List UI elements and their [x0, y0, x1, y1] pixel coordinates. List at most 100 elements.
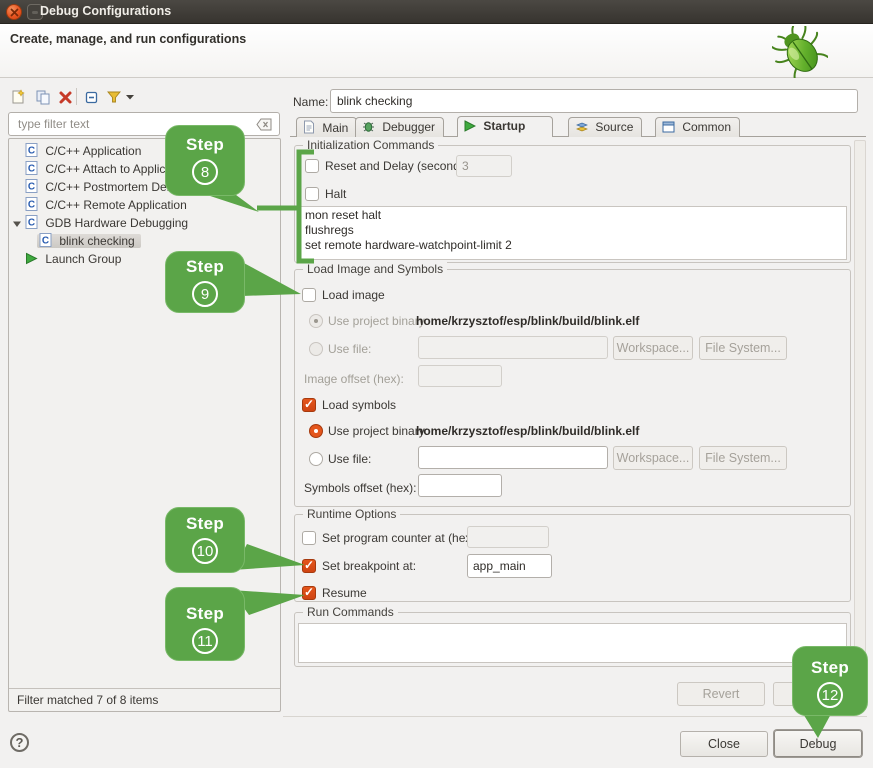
image-use-project-binary-label: Use project binary: — [328, 314, 428, 328]
symbols-offset-label: Symbols offset (hex): — [304, 481, 417, 495]
c-file-icon: C — [39, 233, 52, 247]
close-button[interactable]: Close — [680, 731, 768, 757]
step-word: Step — [166, 257, 244, 277]
tree-item-blink-checking[interactable]: C blink checking — [9, 232, 280, 250]
set-breakpoint-checkbox[interactable]: ✓ — [302, 559, 316, 573]
source-icon — [575, 120, 588, 133]
check-icon: ✓ — [304, 397, 314, 411]
c-file-icon: C — [25, 161, 38, 175]
window-title: Debug Configurations — [40, 4, 171, 18]
vertical-scrollbar[interactable] — [854, 140, 866, 690]
dialog-header: Create, manage, and run configurations — [0, 24, 873, 78]
c-file-icon: C — [25, 215, 38, 229]
load-symbols-label: Load symbols — [322, 398, 396, 412]
tab-source[interactable]: Source — [568, 117, 642, 137]
step-number-badge: 12 — [817, 682, 843, 708]
tree-item-cpp-remote[interactable]: C C/C++ Remote Application — [9, 196, 280, 214]
delete-configuration-button[interactable] — [56, 88, 76, 106]
startup-play-icon — [464, 120, 476, 132]
tree-item-label: C/C++ Attach to Applica — [45, 162, 172, 176]
window-titlebar: Debug Configurations — [0, 0, 873, 24]
group-title: Load Image and Symbols — [303, 262, 447, 276]
window-close-button[interactable] — [6, 4, 22, 20]
image-file-input[interactable] — [418, 336, 608, 359]
step-10-callout: Step 10 — [165, 507, 245, 573]
tree-item-label: C/C++ Postmortem Deb — [45, 180, 173, 194]
program-counter-input[interactable] — [467, 526, 549, 548]
tab-common[interactable]: Common — [655, 117, 740, 137]
image-use-file-label: Use file: — [328, 342, 371, 356]
image-workspace-button[interactable]: Workspace... — [613, 336, 693, 360]
toolbar-menu-button[interactable] — [124, 88, 136, 106]
image-offset-label: Image offset (hex): — [304, 372, 404, 386]
image-file-system-button[interactable]: File System... — [699, 336, 787, 360]
set-program-counter-checkbox[interactable] — [302, 531, 316, 545]
halt-label: Halt — [325, 187, 346, 201]
name-input[interactable] — [330, 89, 858, 113]
dialog-subtitle: Create, manage, and run configurations — [10, 32, 246, 46]
symbols-use-project-binary-label: Use project binary: — [328, 424, 428, 438]
symbols-file-input[interactable] — [418, 446, 608, 469]
tree-item-gdb-hardware-debugging[interactable]: C GDB Hardware Debugging — [9, 214, 280, 232]
tab-label: Main — [322, 121, 348, 135]
reset-delay-input[interactable] — [456, 155, 512, 177]
clear-filter-icon[interactable] — [256, 118, 273, 131]
symbols-file-system-button[interactable]: File System... — [699, 446, 787, 470]
launch-group-icon — [25, 252, 38, 265]
load-image-checkbox[interactable] — [302, 288, 316, 302]
run-commands-textarea[interactable] — [298, 623, 847, 663]
expander-icon[interactable] — [13, 220, 22, 229]
help-button[interactable]: ? — [10, 733, 29, 752]
toolbar-separator — [76, 88, 77, 105]
symbols-project-binary-path: home/krzysztof/esp/blink/build/blink.elf — [416, 424, 639, 438]
step-number-badge: 10 — [192, 538, 218, 564]
symbols-use-file-radio[interactable] — [309, 452, 323, 466]
step-8-callout: Step 8 — [165, 125, 245, 196]
halt-checkbox[interactable] — [305, 187, 319, 201]
tab-label: Source — [595, 120, 633, 134]
tab-label: Common — [682, 120, 731, 134]
runtime-options-group: Runtime Options Set program counter at (… — [294, 514, 851, 602]
tree-item-label: C/C++ Application — [45, 144, 141, 158]
tab-debugger[interactable]: Debugger — [355, 117, 444, 137]
file-icon — [303, 120, 315, 134]
debugger-bug-icon — [362, 120, 375, 133]
bug-logo-icon — [772, 26, 828, 78]
step-word: Step — [166, 604, 244, 624]
revert-button[interactable]: Revert — [677, 682, 765, 706]
image-use-file-radio[interactable] — [309, 342, 323, 356]
svg-text:C: C — [42, 236, 49, 247]
set-program-counter-label: Set program counter at (hex): — [322, 531, 479, 545]
dropdown-arrow-icon — [125, 89, 135, 105]
new-configuration-button[interactable] — [8, 88, 28, 106]
resume-label: Resume — [322, 586, 367, 600]
svg-text:C: C — [28, 218, 35, 229]
image-use-project-binary-radio[interactable] — [309, 314, 323, 328]
image-offset-input[interactable] — [418, 365, 502, 387]
reset-and-delay-label: Reset and Delay (seconds): — [325, 159, 473, 173]
load-symbols-checkbox[interactable]: ✓ — [302, 398, 316, 412]
reset-and-delay-checkbox[interactable] — [305, 159, 319, 173]
debug-button[interactable]: Debug — [774, 730, 862, 757]
check-icon: ✓ — [304, 558, 314, 572]
name-label: Name: — [293, 95, 328, 109]
group-title: Run Commands — [303, 605, 398, 619]
c-file-icon: C — [25, 179, 38, 193]
resume-checkbox[interactable]: ✓ — [302, 586, 316, 600]
filter-configurations-button[interactable] — [104, 88, 124, 106]
collapse-all-button[interactable] — [82, 88, 102, 106]
tab-startup[interactable]: Startup — [457, 116, 553, 137]
svg-text:C: C — [28, 200, 35, 211]
init-commands-textarea[interactable]: mon reset halt flushregs set remote hard… — [298, 206, 847, 260]
duplicate-icon — [35, 89, 51, 105]
duplicate-configuration-button[interactable] — [33, 88, 53, 106]
symbols-offset-input[interactable] — [418, 474, 502, 497]
symbols-use-project-binary-radio[interactable] — [309, 424, 323, 438]
step-word: Step — [166, 514, 244, 534]
breakpoint-input[interactable] — [467, 554, 552, 578]
tab-main[interactable]: Main — [296, 117, 357, 137]
load-image-label: Load image — [322, 288, 385, 302]
symbols-workspace-button[interactable]: Workspace... — [613, 446, 693, 470]
c-file-icon: C — [25, 197, 38, 211]
symbols-use-file-label: Use file: — [328, 452, 371, 466]
